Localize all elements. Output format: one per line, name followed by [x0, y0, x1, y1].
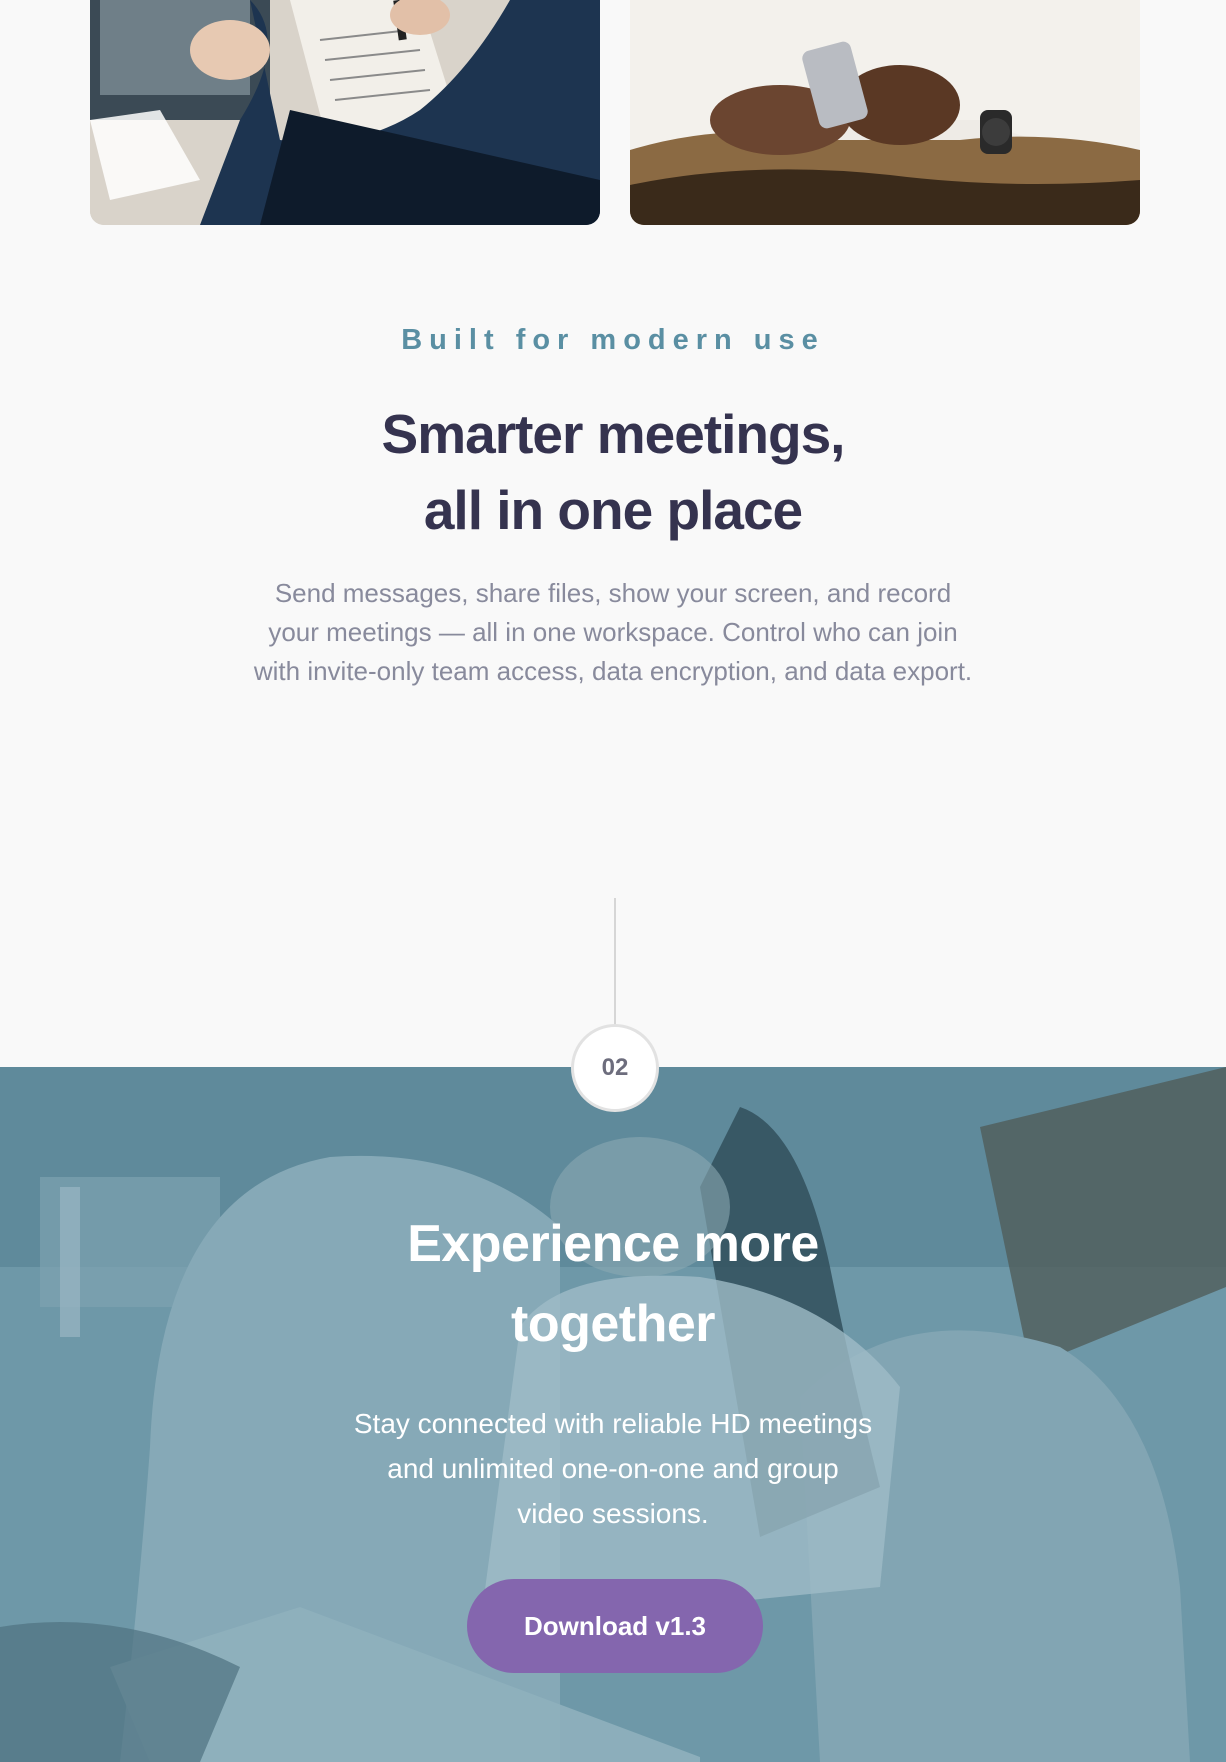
section-eyebrow: Built for modern use	[401, 324, 825, 356]
headline-line-2: all in one place	[423, 479, 803, 541]
hero-description: Stay connected with reliable HD meetings…	[353, 1408, 873, 1529]
section-headline: Smarter meetings, all in one place	[0, 396, 1226, 548]
person-holding-smartphone-photo	[630, 0, 1140, 225]
download-button[interactable]: Download v1.3	[467, 1579, 763, 1673]
hero-section: Experience more together Stay connected …	[0, 1067, 1226, 1762]
hero-title-line-2: together	[511, 1295, 716, 1353]
section-description: Send messages, share files, show your sc…	[253, 578, 973, 686]
hero-title-line-1: Experience more	[407, 1215, 819, 1273]
step-connector-line	[614, 898, 616, 1024]
headline-line-1: Smarter meetings,	[381, 403, 846, 465]
step-number-badge: 02	[571, 1024, 659, 1112]
hero-title: Experience more together	[0, 1204, 1226, 1364]
person-reviewing-documents-photo	[90, 0, 600, 225]
